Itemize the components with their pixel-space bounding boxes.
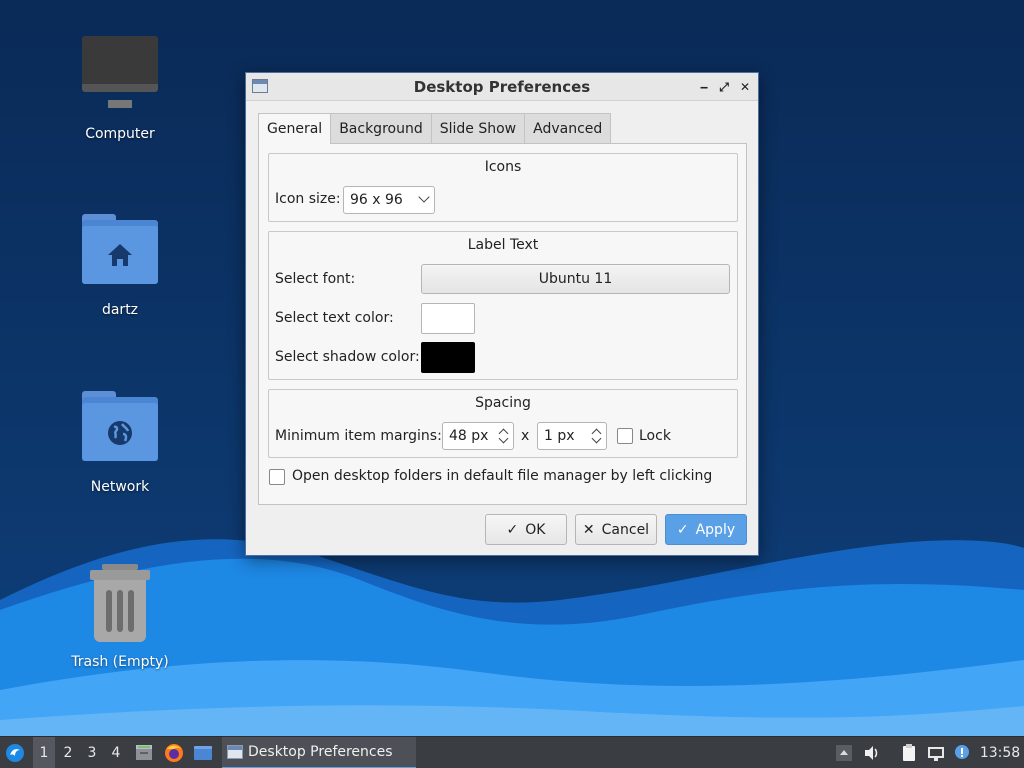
clipboard-icon[interactable] — [899, 743, 919, 763]
desktop-icon-label: Computer — [85, 126, 155, 142]
label-text-group-title: Label Text — [467, 237, 539, 253]
checkmark-icon: ✓ — [506, 521, 519, 538]
close-icon: ✕ — [582, 521, 595, 538]
dialog-title: Desktop Preferences — [413, 78, 591, 96]
taskbar-task-desktop-preferences[interactable]: Desktop Preferences — [222, 737, 416, 768]
ok-label: OK — [525, 521, 546, 538]
cancel-button[interactable]: ✕ Cancel — [575, 514, 657, 545]
file-manager-icon[interactable] — [134, 743, 154, 763]
icon-size-value: 96 x 96 — [350, 192, 403, 208]
minimize-button[interactable]: ‒ — [694, 77, 714, 97]
margin-y-value: 1 px — [544, 428, 575, 444]
window-icon — [227, 745, 243, 759]
minimum-item-margins-label: Minimum item margins: — [275, 428, 442, 444]
decrement-icon[interactable] — [498, 433, 509, 444]
computer-icon — [78, 36, 162, 116]
icon-size-label: Icon size: — [275, 191, 341, 207]
margin-separator: x — [521, 428, 530, 444]
tab-slide-show[interactable]: Slide Show — [430, 113, 526, 143]
margin-y-spinbox[interactable]: 1 px — [537, 422, 607, 450]
desktop-icon-label: Network — [90, 479, 150, 495]
apply-button[interactable]: ✓ Apply — [665, 514, 747, 545]
margin-x-spinbox[interactable]: 48 px — [442, 422, 514, 450]
spacing-group-title: Spacing — [475, 395, 531, 411]
update-notifier-icon[interactable] — [952, 743, 972, 763]
tray-expand-icon[interactable] — [834, 743, 854, 763]
tab-background[interactable]: Background — [330, 113, 432, 143]
home-folder-icon — [78, 212, 162, 292]
select-text-color-label: Select text color: — [275, 310, 394, 326]
volume-icon[interactable] — [862, 743, 882, 763]
close-button[interactable]: ✕ — [735, 77, 755, 97]
apply-label: Apply — [695, 521, 736, 538]
label-text-group: Label Text Select font: Ubuntu 11 Select… — [268, 231, 738, 380]
shadow-color-button[interactable] — [421, 342, 475, 373]
select-font-label: Select font: — [275, 271, 356, 287]
desktop-icon-computer[interactable]: Computer — [60, 36, 180, 142]
spacing-group: Spacing Minimum item margins: 48 px x 1 … — [268, 389, 738, 458]
titlebar[interactable]: Desktop Preferences ‒ ⤢ ✕ — [246, 73, 758, 101]
workspace-2[interactable]: 2 — [57, 737, 79, 768]
desktop-icon-label: dartz — [101, 302, 139, 318]
firefox-icon[interactable] — [164, 743, 184, 763]
workspace-4[interactable]: 4 — [105, 737, 127, 768]
open-folders-label[interactable]: Open desktop folders in default file man… — [292, 468, 712, 484]
network-folder-icon — [78, 389, 162, 469]
lock-checkbox[interactable] — [617, 428, 633, 444]
cancel-label: Cancel — [601, 521, 650, 538]
workspace-3[interactable]: 3 — [81, 737, 103, 768]
chevron-down-icon — [418, 191, 430, 203]
icons-group: Icons Icon size: 96 x 96 — [268, 153, 738, 222]
decrement-icon[interactable] — [591, 433, 602, 444]
taskbar: 1 2 3 4 Desktop Preferences 13:58 — [0, 736, 1024, 768]
desktop-icon-trash[interactable]: Trash (Empty) — [60, 564, 180, 670]
show-desktop-icon[interactable] — [193, 743, 213, 763]
start-menu-icon[interactable] — [5, 743, 25, 763]
margin-x-value: 48 px — [449, 428, 489, 444]
tab-page-general: Icons Icon size: 96 x 96 Label Text Sele… — [258, 143, 747, 505]
desktop-icon-label: Trash (Empty) — [71, 654, 169, 670]
select-shadow-color-label: Select shadow color: — [275, 349, 420, 365]
font-button[interactable]: Ubuntu 11 — [421, 264, 730, 294]
workspace-1[interactable]: 1 — [33, 737, 55, 768]
network-monitor-icon[interactable] — [926, 743, 946, 763]
checkmark-icon: ✓ — [676, 521, 689, 538]
icon-size-select[interactable]: 96 x 96 — [343, 186, 435, 214]
open-folders-checkbox[interactable] — [269, 469, 285, 485]
icons-group-title: Icons — [484, 159, 522, 175]
desktop-icon-network[interactable]: Network — [60, 389, 180, 495]
desktop: Computer dartz Network Trash (Empty) Des… — [0, 0, 1024, 736]
desktop-preferences-dialog: Desktop Preferences ‒ ⤢ ✕ General Backgr… — [245, 72, 759, 556]
text-color-button[interactable] — [421, 303, 475, 334]
ok-button[interactable]: ✓ OK — [485, 514, 567, 545]
clock[interactable]: 13:58 — [976, 737, 1024, 768]
desktop-icon-home[interactable]: dartz — [60, 212, 180, 318]
trash-icon — [78, 564, 162, 644]
tab-general[interactable]: General — [258, 113, 332, 144]
tab-advanced[interactable]: Advanced — [524, 113, 612, 143]
task-title: Desktop Preferences — [248, 744, 393, 760]
maximize-button[interactable]: ⤢ — [714, 77, 734, 97]
lock-label: Lock — [639, 428, 671, 444]
tab-bar: General Background Slide Show Advanced — [258, 113, 612, 144]
